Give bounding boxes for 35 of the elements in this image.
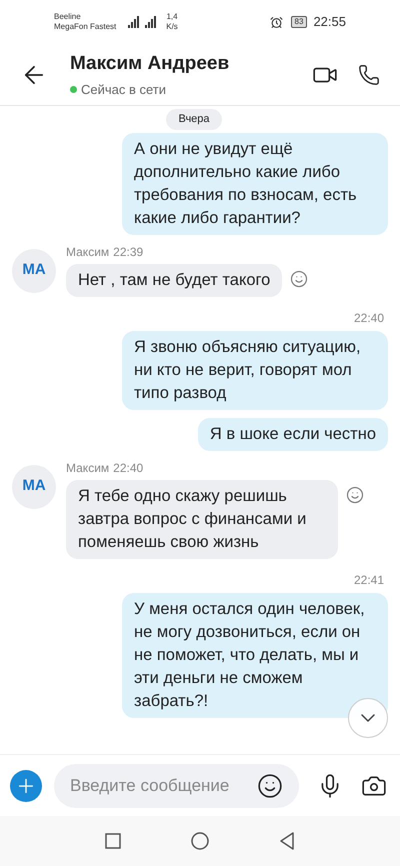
speed-value: 1,4 xyxy=(166,12,178,22)
message-time: 22:39 xyxy=(113,244,144,260)
carrier-name: Beeline xyxy=(54,12,82,22)
reaction-icon[interactable] xyxy=(290,270,308,288)
contact-name: Максим Андреев xyxy=(70,52,230,76)
signal-icon xyxy=(128,16,158,28)
message-bubble: Я звоню объясняю ситуацию, ни кто не верит, говорят мол типо развод xyxy=(122,330,388,410)
timestamp: 22:40 xyxy=(354,310,384,326)
message-bubble: А они не увидут ещё дополнительно какие либо требования по взносам, есть какие либо гарантии? xyxy=(122,132,388,234)
clock: 22:55 xyxy=(313,13,346,32)
date-pill: Вчера xyxy=(166,109,222,130)
sender-name: Максим xyxy=(66,460,110,476)
back-nav-icon[interactable] xyxy=(279,832,295,850)
carrier-name: MegaFon Fastest xyxy=(54,22,116,32)
timestamp: 22:41 xyxy=(354,572,384,588)
add-button[interactable] xyxy=(10,770,42,802)
reaction-icon[interactable] xyxy=(346,486,364,504)
home-icon[interactable] xyxy=(191,832,209,850)
message-time: 22:40 xyxy=(113,460,144,476)
message-bubble: Я тебе одно скажу решишь завтра вопрос с финансами и поменяешь свою жизнь xyxy=(66,480,338,558)
sender-name: Максим xyxy=(66,244,110,260)
message-bubble: Нет , там не будет такого xyxy=(66,264,282,296)
emoji-icon[interactable] xyxy=(257,772,283,798)
message-input[interactable]: Введите сообщение xyxy=(70,772,257,798)
message-bubble: Я в шоке если честно xyxy=(198,418,388,450)
message-bubble: У меня остался один человек, не могу дозвониться, если он не поможет, что делать, мы и эти деньги не сможем забрать?! xyxy=(122,592,388,718)
phone-icon[interactable] xyxy=(358,64,380,86)
battery-indicator: 83 xyxy=(290,16,308,28)
avatar[interactable]: MA xyxy=(12,464,56,508)
presence-status: Сейчас в сети xyxy=(81,81,166,99)
recent-apps-icon[interactable] xyxy=(105,833,121,849)
message-field[interactable]: Введите сообщение xyxy=(54,764,299,808)
speed-unit: K/s xyxy=(166,22,178,32)
avatar[interactable]: MA xyxy=(12,248,56,292)
alarm-icon xyxy=(270,16,283,28)
